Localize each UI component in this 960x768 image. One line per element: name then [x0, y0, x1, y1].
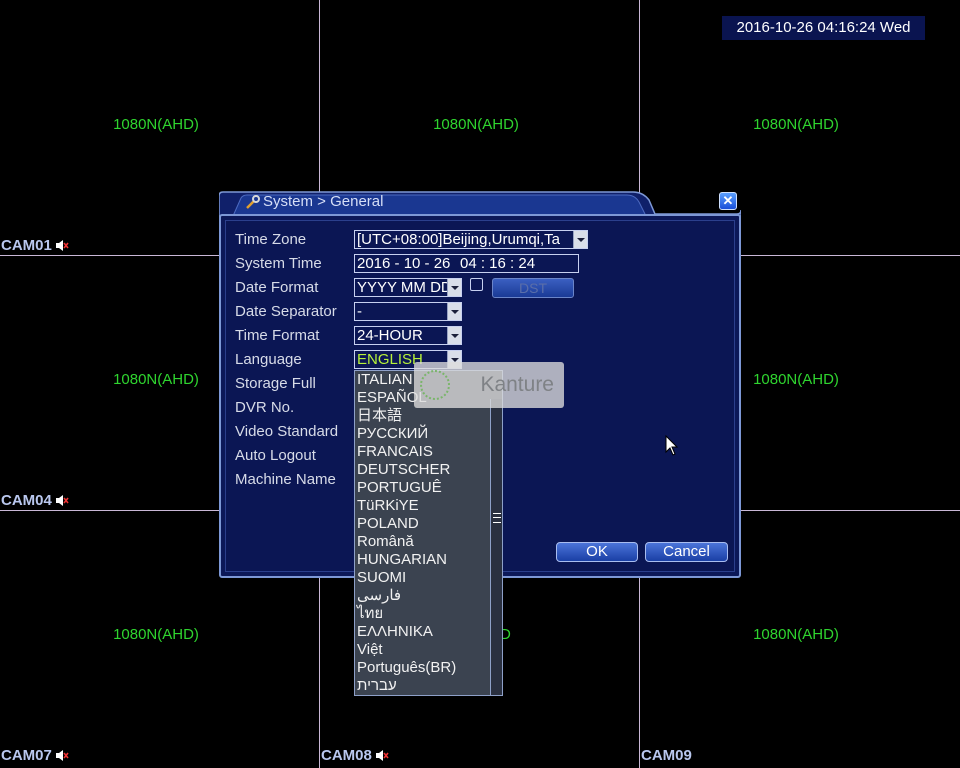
camera-resolution: D — [500, 626, 511, 643]
speaker-muted-icon — [55, 495, 69, 506]
language-option[interactable]: עברית — [355, 677, 502, 695]
video-standard-label: Video Standard — [235, 423, 339, 440]
dialog-title: System > General — [263, 193, 384, 210]
watermark: Kanture — [414, 362, 564, 408]
system-time-field[interactable]: 2016 - 10 - 26 04 : 16 : 24 — [354, 254, 579, 273]
language-option[interactable]: ไทย — [355, 605, 502, 623]
dropdown-scrollbar[interactable] — [490, 399, 502, 695]
camera-name: CAM08 — [321, 747, 372, 764]
time-format-value: 24-HOUR — [357, 327, 423, 344]
date-format-label: Date Format — [235, 279, 319, 296]
language-value: ENGLISH — [357, 351, 423, 368]
date-format-select[interactable]: YYYY MM DD — [354, 278, 462, 297]
dvr-no-label: DVR No. — [235, 399, 295, 416]
chevron-down-icon — [447, 279, 461, 296]
wrench-icon — [246, 195, 260, 209]
camera-name: CAM01 — [1, 237, 52, 254]
chevron-down-icon — [573, 231, 587, 248]
scroll-grip-icon[interactable] — [493, 513, 501, 523]
cancel-button[interactable]: Cancel — [645, 542, 728, 562]
watermark-text: Kanture — [480, 373, 554, 396]
language-option[interactable]: ΕΛΛΗΝΙΚΑ — [355, 623, 502, 641]
time-format-select[interactable]: 24-HOUR — [354, 326, 462, 345]
language-option[interactable]: РУССКИЙ — [355, 425, 502, 443]
dst-checkbox[interactable] — [470, 278, 483, 291]
camera-label-cam08[interactable]: CAM08 — [321, 747, 389, 764]
language-option[interactable]: FRANCAIS — [355, 443, 502, 461]
camera-label-cam01[interactable]: CAM01 — [1, 237, 69, 254]
language-option[interactable]: Việt — [355, 641, 502, 659]
language-option[interactable]: 日本語 — [355, 407, 502, 425]
language-option[interactable]: Română — [355, 533, 502, 551]
camera-name: CAM04 — [1, 492, 52, 509]
time-zone-value: [UTC+08:00]Beijing,Urumqi,Ta — [357, 231, 561, 248]
camera-name: CAM07 — [1, 747, 52, 764]
time-zone-select[interactable]: [UTC+08:00]Beijing,Urumqi,Ta — [354, 230, 588, 249]
camera-resolution: 1080N(AHD) — [753, 626, 839, 643]
machine-name-label: Machine Name — [235, 471, 336, 488]
camera-label-cam07[interactable]: CAM07 — [1, 747, 69, 764]
storage-full-label: Storage Full — [235, 375, 316, 392]
speaker-muted-icon — [55, 750, 69, 761]
mouse-cursor-icon — [665, 435, 679, 456]
camera-label-cam09[interactable]: CAM09 — [641, 747, 692, 764]
speaker-muted-icon — [375, 750, 389, 761]
language-option[interactable]: POLAND — [355, 515, 502, 533]
camera-resolution: 1080N(AHD) — [433, 116, 519, 133]
date-format-value: YYYY MM DD — [357, 279, 452, 296]
system-time-label: System Time — [235, 255, 322, 272]
datetime-display: 2016-10-26 04:16:24 Wed — [722, 16, 925, 40]
language-option[interactable]: فارسی — [355, 587, 502, 605]
time-format-label: Time Format — [235, 327, 320, 344]
speaker-muted-icon — [55, 240, 69, 251]
close-icon[interactable]: ✕ — [719, 192, 737, 210]
language-label: Language — [235, 351, 302, 368]
language-dropdown-list[interactable]: ITALIAN ESPAÑOL 日本語 РУССКИЙ FRANCAIS DEUTSCHE… — [354, 370, 503, 696]
date-separator-value: - — [357, 303, 362, 320]
camera-resolution: 1080N(AHD) — [113, 116, 199, 133]
language-option[interactable]: DEUTSCHER — [355, 461, 502, 479]
language-option[interactable]: TüRKiYE — [355, 497, 502, 515]
system-time-date: 2016 - 10 - 26 — [357, 255, 451, 272]
language-option[interactable]: HUNGARIAN — [355, 551, 502, 569]
system-time-time: 04 : 16 : 24 — [460, 255, 536, 272]
language-option[interactable]: PORTUGUÊ — [355, 479, 502, 497]
chevron-down-icon — [447, 327, 461, 344]
watermark-logo-icon — [420, 370, 450, 400]
ok-button[interactable]: OK — [556, 542, 638, 562]
dst-button[interactable]: DST — [492, 278, 574, 298]
auto-logout-label: Auto Logout — [235, 447, 316, 464]
camera-resolution: 1080N(AHD) — [113, 626, 199, 643]
language-option[interactable]: Português(BR) — [355, 659, 502, 677]
camera-name: CAM09 — [641, 747, 692, 764]
camera-resolution: 1080N(AHD) — [753, 116, 839, 133]
time-zone-label: Time Zone — [235, 231, 307, 248]
language-option[interactable]: SUOMI — [355, 569, 502, 587]
date-separator-select[interactable]: - — [354, 302, 462, 321]
camera-label-cam04[interactable]: CAM04 — [1, 492, 69, 509]
chevron-down-icon — [447, 303, 461, 320]
date-separator-label: Date Separator — [235, 303, 337, 320]
